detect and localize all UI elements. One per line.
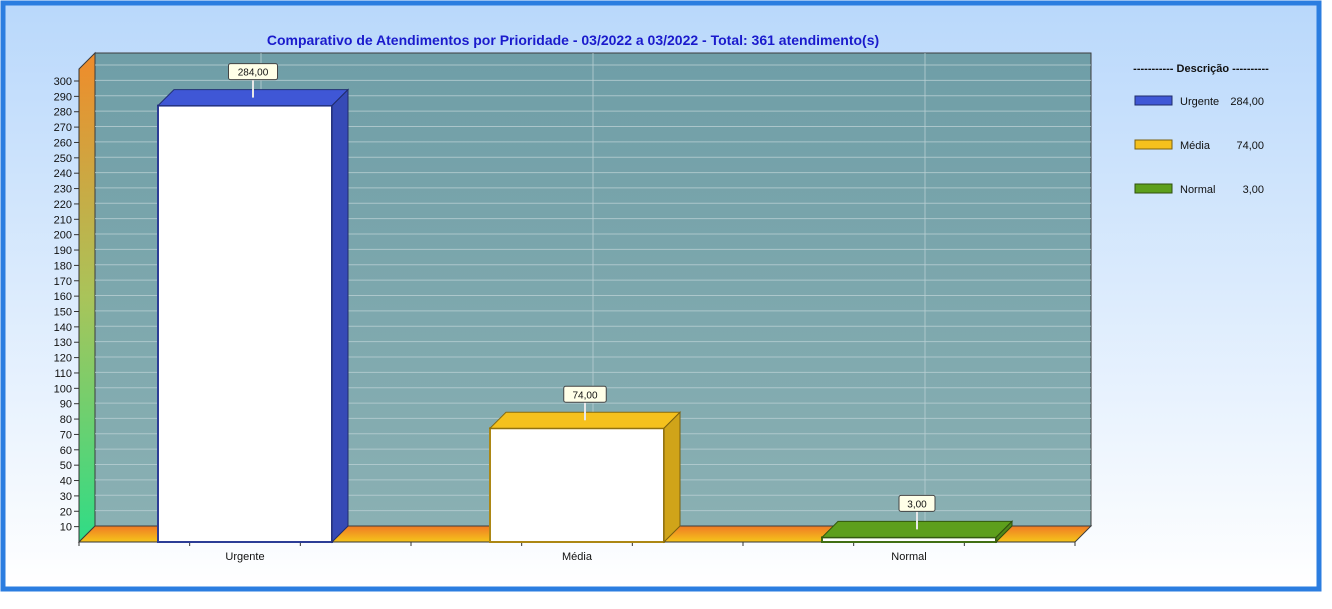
y-tick-label: 180 [54,260,72,272]
y-tick-label: 220 [54,199,72,211]
x-tick-label: Urgente [225,551,264,563]
data-label: 284,00 [238,68,269,79]
y-tick-label: 120 [54,353,72,365]
legend-item-value: 74,00 [1236,140,1264,152]
y-tick-label: 210 [54,214,72,226]
legend-item-value: 3,00 [1243,184,1264,196]
bar-media-front [489,427,665,543]
legend-swatch [1134,139,1173,150]
y-tick-label: 130 [54,337,72,349]
bar-urgente-front [157,104,333,543]
data-label: 3,00 [907,499,927,510]
y-tick-label: 230 [54,184,72,196]
legend-swatch [1134,183,1173,194]
legend-item-label: Urgente [1180,96,1219,108]
y-tick-label: 40 [60,476,72,488]
y-tick-label: 300 [54,76,72,88]
y-tick-label: 150 [54,307,72,319]
y-tick-label: 190 [54,245,72,257]
legend-item-label: Média [1180,140,1211,152]
y-tick-label: 70 [60,429,72,441]
x-tick-label: Média [562,551,593,563]
bar-normal-front [821,536,997,544]
y-tick-label: 290 [54,91,72,103]
y-tick-label: 100 [54,383,72,395]
y-tick-label: 110 [54,368,72,380]
plot-left-wall [78,51,96,544]
y-tick-label: 250 [54,153,72,165]
y-tick-label: 170 [54,276,72,288]
y-tick-label: 280 [54,107,72,119]
y-tick-label: 30 [60,491,72,503]
y-tick-label: 270 [54,122,72,134]
y-tick-label: 140 [54,322,72,334]
chart-title: Comparativo de Atendimentos por Priorida… [267,32,879,48]
y-tick-label: 20 [60,506,72,518]
y-tick-label: 10 [60,522,72,534]
bar-chart: 10 20 30 40 50 60 70 80 90 100 110 120 130 140 150 160 1… [0,0,1322,592]
y-tick-label: 200 [54,230,72,242]
legend-item-value: 284,00 [1230,96,1264,108]
x-tick-label: Normal [891,551,926,563]
legend-swatch [1134,95,1173,106]
y-tick-label: 240 [54,168,72,180]
y-tick-label: 160 [54,291,72,303]
data-label: 74,00 [572,390,597,401]
bar-media-side [663,411,681,544]
y-tick-label: 260 [54,137,72,149]
y-tick-label: 60 [60,445,72,457]
legend-item-label: Normal [1180,184,1215,196]
y-tick-label: 90 [60,399,72,411]
y-tick-label: 50 [60,460,72,472]
y-tick-label: 80 [60,414,72,426]
bar-urgente-side [331,88,349,544]
chart-frame: 10 20 30 40 50 60 70 80 90 100 110 120 130 140 150 160 1… [0,0,1332,604]
legend-header: ----------- Descrição ---------- [1133,63,1269,75]
